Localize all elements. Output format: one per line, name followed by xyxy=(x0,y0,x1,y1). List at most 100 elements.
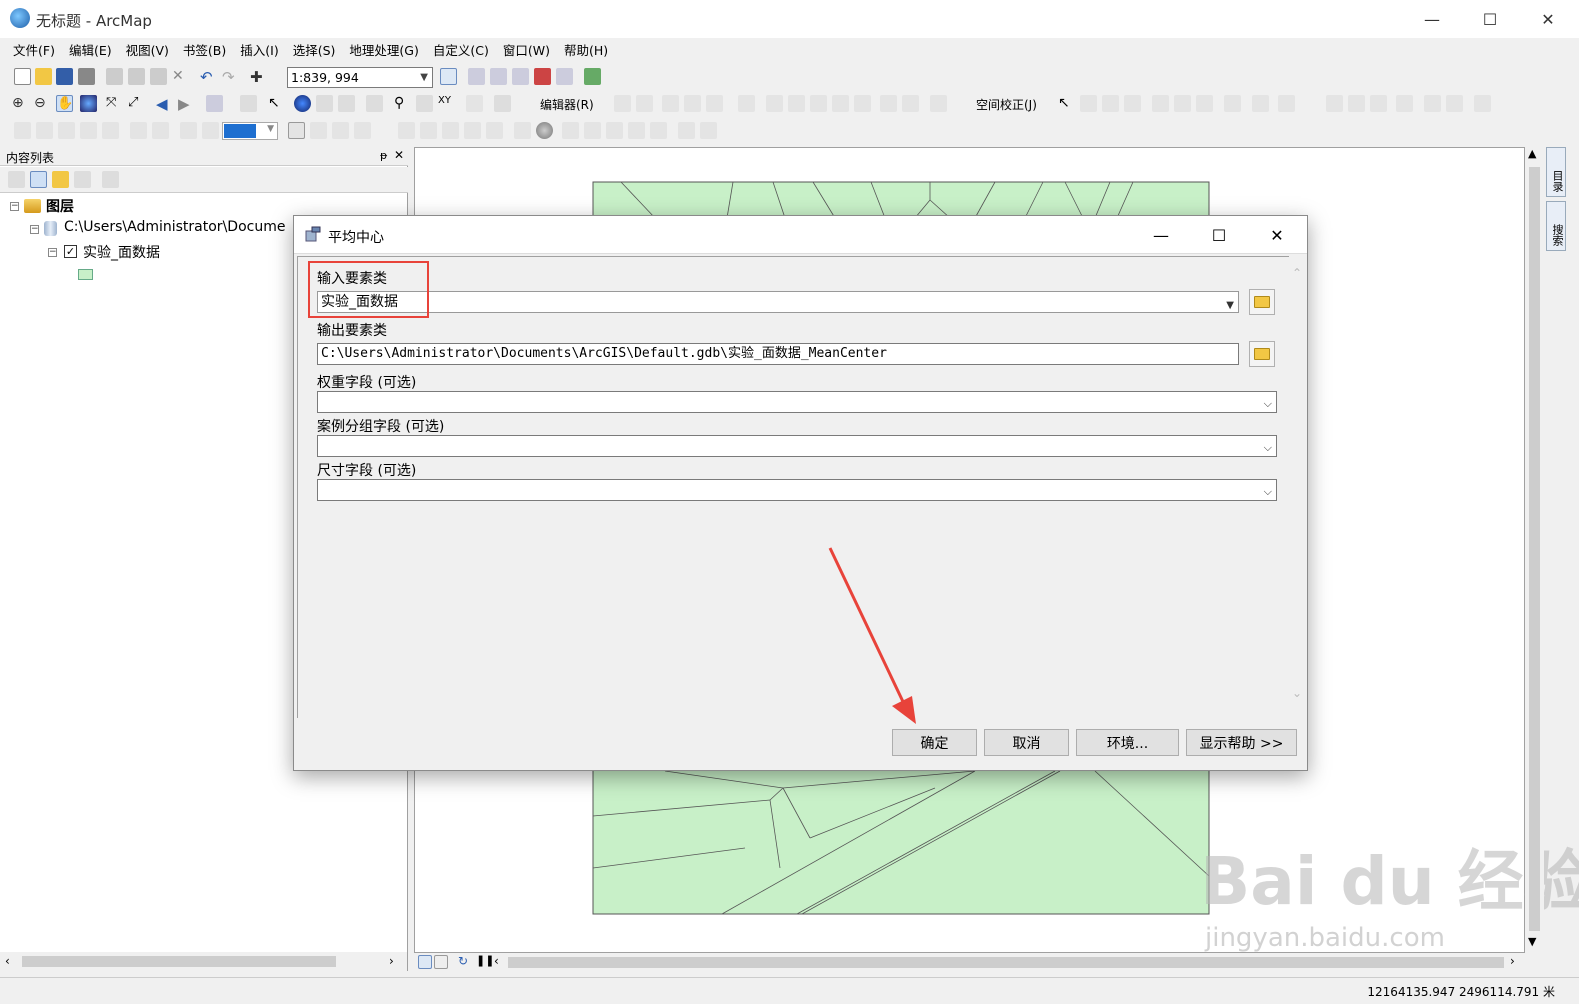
select-elements-arrow-icon[interactable]: ↖ xyxy=(268,95,285,112)
create-viewer-icon[interactable] xyxy=(494,95,511,112)
cut-icon[interactable] xyxy=(106,68,123,85)
point-icon[interactable] xyxy=(738,95,755,112)
editor-toolbar-icon[interactable] xyxy=(440,68,457,85)
clear-selection-icon[interactable] xyxy=(240,95,257,112)
zoom-out-icon[interactable]: ⊖ xyxy=(34,95,51,112)
clear-limited-adjustment-icon[interactable] xyxy=(1196,95,1213,112)
full-extent-globe-icon[interactable] xyxy=(80,95,97,112)
link-table-icon[interactable] xyxy=(628,122,645,139)
new-limited-adjustment-icon[interactable] xyxy=(1174,95,1191,112)
menu-geoprocessing[interactable]: 地理处理(G) xyxy=(342,38,425,64)
edit-vertices-icon[interactable] xyxy=(766,95,783,112)
editor-menu[interactable]: 编辑器(R) xyxy=(540,96,594,113)
scroll-up-icon[interactable]: ⌃ xyxy=(1292,266,1302,280)
pin-icon[interactable]: ᵽ xyxy=(380,149,387,162)
validate-topology-icon[interactable] xyxy=(1396,95,1413,112)
zoom-100-icon[interactable] xyxy=(102,122,119,139)
layout-pan-icon[interactable] xyxy=(58,122,75,139)
weight-field-select[interactable]: ⌵ xyxy=(317,391,1277,413)
menu-file[interactable]: 文件(F) xyxy=(6,38,62,64)
map-hscroll-thumb[interactable] xyxy=(508,957,1504,968)
refresh-icon[interactable]: ↻ xyxy=(458,954,468,968)
attributes-icon[interactable] xyxy=(880,95,897,112)
save-icon[interactable] xyxy=(56,68,73,85)
toc-horizontal-scrollbar[interactable]: ‹ › xyxy=(0,952,407,971)
edit-annotation-icon[interactable] xyxy=(636,95,653,112)
toc-options-icon[interactable] xyxy=(102,171,119,188)
undo-icon[interactable]: ↶ xyxy=(200,68,217,86)
new-identity-link-icon[interactable] xyxy=(1152,95,1169,112)
sphere-icon[interactable] xyxy=(536,122,553,139)
georeference-icon[interactable] xyxy=(678,122,695,139)
end-point-arc-icon[interactable] xyxy=(684,95,701,112)
delete-link-icon[interactable] xyxy=(486,122,503,139)
reshape-icon[interactable] xyxy=(788,95,805,112)
map-topology-icon[interactable] xyxy=(1370,95,1387,112)
rotate-raster-icon[interactable] xyxy=(514,122,531,139)
toc-window-icon[interactable] xyxy=(468,68,485,85)
zoom-to-link-icon[interactable] xyxy=(464,122,481,139)
spatial-adjustment-menu[interactable]: 空间校正(J) xyxy=(976,96,1037,113)
paste-icon[interactable] xyxy=(150,68,167,85)
map-horizontal-scrollbar[interactable]: ↻ ❚❚ ‹ › xyxy=(414,953,1544,972)
hyperlink-icon[interactable] xyxy=(316,95,333,112)
dimension-field-select[interactable]: ⌵ xyxy=(317,479,1277,501)
fixed-zoom-out-icon[interactable]: ⤢ xyxy=(128,95,145,112)
topology-options-icon[interactable] xyxy=(1474,95,1491,112)
chevron-down-icon[interactable]: ⌵ xyxy=(1264,394,1272,412)
chevron-down-icon[interactable]: ▼ xyxy=(1226,296,1234,312)
time-slider-icon[interactable] xyxy=(466,95,483,112)
layout-back-icon[interactable] xyxy=(180,122,197,139)
find-route-icon[interactable] xyxy=(416,95,433,112)
scroll-down-icon[interactable]: ▼ xyxy=(1528,935,1536,948)
redo-icon[interactable]: ↷ xyxy=(222,68,239,86)
sketch-properties-icon[interactable] xyxy=(902,95,919,112)
layers-root-label[interactable]: 图层 xyxy=(46,196,74,216)
show-shared-features-icon[interactable] xyxy=(1348,95,1365,112)
select-features-icon[interactable] xyxy=(206,95,223,112)
data-driven-pages-icon[interactable] xyxy=(354,122,371,139)
new-displacement-link-icon[interactable] xyxy=(1080,95,1097,112)
layout-forward-icon[interactable] xyxy=(202,122,219,139)
auto-adjust-icon[interactable] xyxy=(700,122,717,139)
scroll-right-icon[interactable]: › xyxy=(389,954,394,968)
layer-name-label[interactable]: 实验_面数据 xyxy=(83,242,160,262)
list-by-selection-icon[interactable] xyxy=(74,171,91,188)
layout-view-icon[interactable] xyxy=(434,955,448,969)
focus-data-frame-icon[interactable] xyxy=(310,122,327,139)
measure-icon[interactable] xyxy=(366,95,383,112)
model-builder-icon[interactable] xyxy=(584,68,601,85)
edge-match-icon[interactable] xyxy=(1252,95,1269,112)
menu-insert[interactable]: 插入(I) xyxy=(233,38,285,64)
menu-bookmarks[interactable]: 书签(B) xyxy=(176,38,233,64)
collapse-database-toggle[interactable]: − xyxy=(30,225,39,234)
split-icon[interactable] xyxy=(832,95,849,112)
open-folder-icon[interactable] xyxy=(35,68,52,85)
list-by-drawing-order-icon[interactable] xyxy=(8,171,25,188)
python-window-icon[interactable] xyxy=(556,68,573,85)
maximize-button[interactable]: ☐ xyxy=(1461,0,1519,38)
list-by-visibility-icon[interactable] xyxy=(52,171,69,188)
forward-extent-icon[interactable]: ▶ xyxy=(178,95,195,113)
georef-fit-icon[interactable] xyxy=(398,122,415,139)
map-vertical-scrollbar[interactable]: ▲ ▼ xyxy=(1525,147,1544,953)
scroll-right-icon[interactable]: › xyxy=(1510,954,1515,968)
collapse-layers-toggle[interactable]: − xyxy=(10,202,19,211)
close-button[interactable]: ✕ xyxy=(1519,0,1577,38)
input-browse-button[interactable] xyxy=(1249,289,1275,315)
dialog-close-button[interactable]: ✕ xyxy=(1248,216,1306,254)
output-features-input[interactable]: C:\Users\Administrator\Documents\ArcGIS\… xyxy=(317,343,1239,365)
chevron-down-icon[interactable]: ⌵ xyxy=(1264,482,1272,500)
show-help-button[interactable]: 显示帮助 >> xyxy=(1186,729,1297,756)
toggle-draft-mode-icon[interactable] xyxy=(288,122,305,139)
layout-fixed-zoom-in-icon[interactable] xyxy=(130,122,147,139)
delete-icon[interactable]: ✕ xyxy=(172,68,189,85)
create-features-icon[interactable] xyxy=(930,95,947,112)
html-popup-icon[interactable] xyxy=(338,95,355,112)
fixed-zoom-in-icon[interactable]: ⤧ xyxy=(106,95,123,112)
toc-scroll-thumb[interactable] xyxy=(22,956,336,967)
cut-polygons-icon[interactable] xyxy=(810,95,827,112)
dialog-vertical-scrollbar[interactable]: ⌃ ⌄ xyxy=(1289,256,1307,718)
add-data-icon[interactable]: ✚ xyxy=(250,68,267,86)
edit-tool-icon[interactable] xyxy=(614,95,631,112)
